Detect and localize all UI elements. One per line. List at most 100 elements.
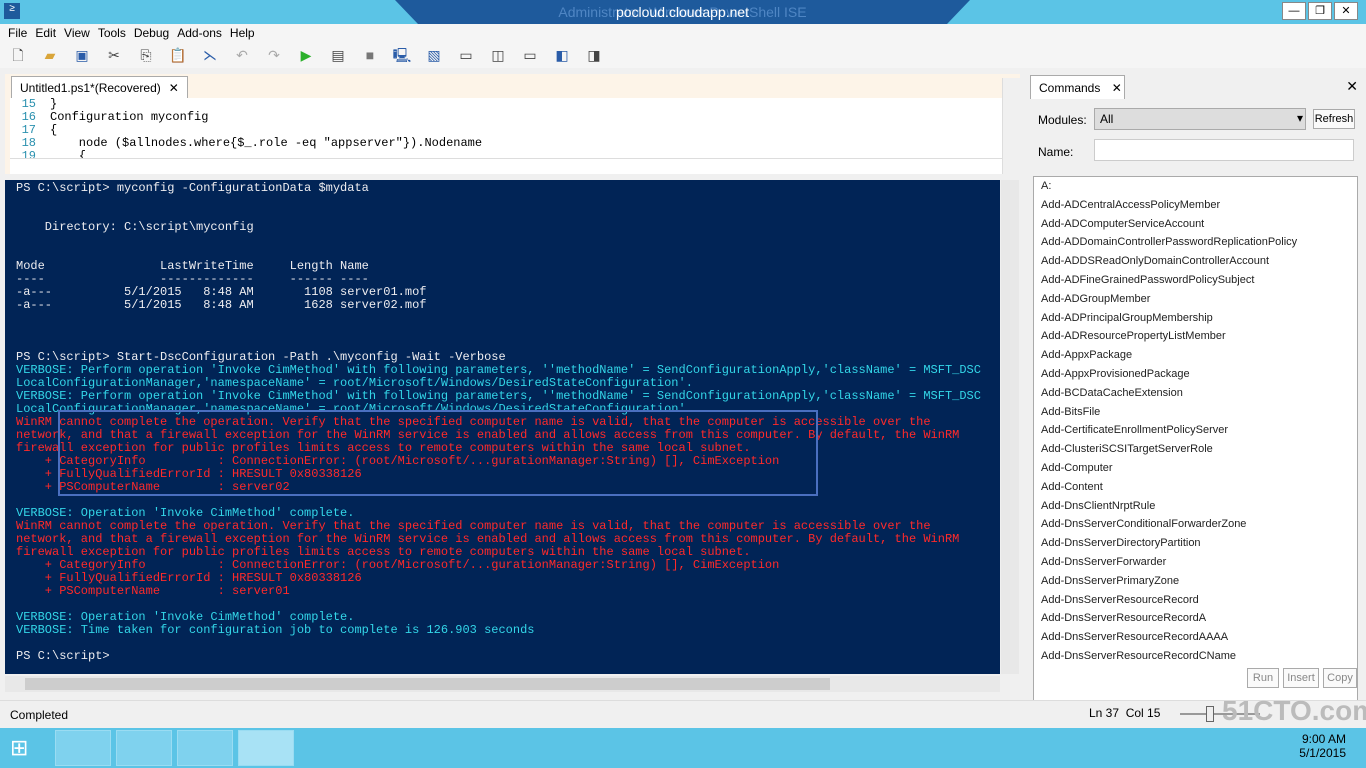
command-item[interactable]: Add-AppxPackage (1034, 346, 1357, 365)
taskbar-server-manager[interactable] (55, 730, 111, 766)
slider-thumb[interactable] (1206, 706, 1214, 722)
undo-icon[interactable]: ↶ (232, 45, 252, 65)
taskbar: ⊞ 9:00 AM 5/1/2015 (0, 728, 1366, 768)
code-text: { (50, 149, 87, 159)
command-item[interactable]: Add-DnsServerPrimaryZone (1034, 572, 1357, 591)
new-file-icon[interactable]: 🗋 (8, 45, 28, 65)
stop-icon[interactable]: ■ (360, 45, 380, 65)
close-button[interactable]: ✕ (1334, 2, 1358, 20)
menu-bar: File Edit View Tools Debug Add-ons Help (0, 24, 1366, 42)
start-powershell-icon[interactable]: ▧ (424, 45, 444, 65)
console-line: -a--- 5/1/2015 8:48 AM 1628 server02.mof (16, 298, 427, 312)
rdp-connection-bar[interactable]: Administrator: Windows PowerShell ISE po… (395, 0, 970, 24)
run-selection-icon[interactable]: ▤ (328, 45, 348, 65)
name-input[interactable] (1094, 139, 1354, 161)
command-item[interactable]: Add-DnsServerResourceRecordA (1034, 609, 1357, 628)
command-item[interactable]: Add-DnsServerResourceRecord (1034, 591, 1357, 610)
command-item[interactable]: Add-ADDomainControllerPasswordReplicatio… (1034, 233, 1357, 252)
chevron-down-icon: ▾ (1296, 111, 1303, 125)
show-script-right-icon[interactable]: ◫ (488, 45, 508, 65)
command-item[interactable]: Add-DnsServerResourceRecordAAAA (1034, 628, 1357, 647)
scrollbar-thumb[interactable] (25, 678, 830, 690)
editor-horizontal-scrollbar[interactable] (10, 158, 1002, 174)
code-editor[interactable]: 15} 16 Configuration myconfig 17{ 18 node… (10, 98, 1002, 158)
watermark-logo: 51CTO.com (1222, 695, 1366, 726)
command-item[interactable]: Add-BitsFile (1034, 403, 1357, 422)
insert-button[interactable]: Insert (1283, 668, 1319, 688)
menu-addons[interactable]: Add-ons (175, 24, 228, 42)
console-vertical-scrollbar[interactable] (1001, 180, 1019, 674)
show-script-pane-icon[interactable]: ◧ (552, 45, 572, 65)
command-item[interactable]: Add-ADPrincipalGroupMembership (1034, 309, 1357, 328)
show-commands-icon[interactable]: ◨ (584, 45, 604, 65)
editor-vertical-scrollbar[interactable] (1002, 78, 1020, 174)
close-pane-icon[interactable]: ✕ (1346, 78, 1358, 95)
close-tab-icon[interactable]: ✕ (169, 77, 179, 98)
taskbar-powershell-ise[interactable] (238, 730, 294, 766)
title-bar: ≥ Administrator: Windows PowerShell ISE … (0, 0, 1366, 24)
menu-file[interactable]: File (6, 24, 33, 42)
close-tab-icon[interactable]: ✕ (1112, 81, 1122, 95)
modules-label: Modules: (1038, 113, 1087, 127)
menu-debug[interactable]: Debug (132, 24, 175, 42)
clear-console-icon[interactable]: ⋋ (200, 45, 220, 65)
copy-button[interactable]: Copy (1323, 668, 1357, 688)
copy-icon[interactable]: ⎘ (136, 45, 156, 65)
modules-dropdown[interactable]: All ▾ (1094, 108, 1306, 130)
command-item[interactable]: Add-DnsServerConditionalForwarderZone (1034, 515, 1357, 534)
cursor-position: Ln 37 Col 15 (1089, 706, 1161, 720)
command-item[interactable]: Add-ADDSReadOnlyDomainControllerAccount (1034, 252, 1357, 271)
minimize-button[interactable]: — (1282, 2, 1306, 20)
taskbar-explorer[interactable] (177, 730, 233, 766)
start-button[interactable]: ⊞ (10, 736, 36, 760)
command-item[interactable]: Add-DnsServerResourceRecordCName (1034, 647, 1357, 666)
console-horizontal-scrollbar[interactable] (5, 676, 1000, 692)
taskbar-powershell[interactable] (116, 730, 172, 766)
console-line: PS C:\script> (16, 649, 110, 663)
menu-edit[interactable]: Edit (33, 24, 62, 42)
run-button[interactable]: Run (1247, 668, 1279, 688)
show-script-top-icon[interactable]: ▭ (456, 45, 476, 65)
cut-icon[interactable]: ✂ (104, 45, 124, 65)
code-text: { (50, 123, 58, 137)
menu-help[interactable]: Help (228, 24, 261, 42)
command-item[interactable]: Add-ADResourcePropertyListMember (1034, 327, 1357, 346)
command-item[interactable]: Add-Computer (1034, 459, 1357, 478)
command-item[interactable]: Add-CertificateEnrollmentPolicyServer (1034, 421, 1357, 440)
status-bar: Completed Ln 37 Col 15 51CTO.com (0, 695, 1366, 728)
command-item[interactable]: Add-ClusteriSCSITargetServerRole (1034, 440, 1357, 459)
command-item[interactable]: Add-DnsClientNrptRule (1034, 497, 1357, 516)
modules-value: All (1100, 112, 1114, 126)
clock[interactable]: 9:00 AM 5/1/2015 (1299, 732, 1346, 760)
powershell-icon: ≥ (4, 3, 20, 19)
command-item[interactable]: Add-ADFineGrainedPasswordPolicySubject (1034, 271, 1357, 290)
code-line: 16 Configuration myconfig (10, 111, 1002, 124)
command-item[interactable]: Add-Content (1034, 478, 1357, 497)
save-icon[interactable]: ▣ (72, 45, 92, 65)
paste-icon[interactable]: 📋 (168, 45, 188, 65)
redo-icon[interactable]: ↷ (264, 45, 284, 65)
run-script-icon[interactable]: ▶ (296, 45, 316, 65)
command-item[interactable]: Add-ADGroupMember (1034, 290, 1357, 309)
maximize-button[interactable]: ❐ (1308, 2, 1332, 20)
menu-tools[interactable]: Tools (96, 24, 132, 42)
menu-view[interactable]: View (62, 24, 96, 42)
command-item[interactable]: A: (1034, 177, 1357, 196)
remote-powershell-icon[interactable]: 🖳 (392, 45, 412, 65)
show-script-max-icon[interactable]: ▭ (520, 45, 540, 65)
command-item[interactable]: Add-ADComputerServiceAccount (1034, 215, 1357, 234)
tab-commands[interactable]: Commands ✕ (1030, 75, 1125, 99)
refresh-button[interactable]: Refresh (1313, 109, 1355, 129)
command-item[interactable]: Add-DnsServerForwarder (1034, 553, 1357, 572)
command-item[interactable]: Add-AppxProvisionedPackage (1034, 365, 1357, 384)
script-pane: Untitled1.ps1*(Recovered) ✕ 15} 16 Configu… (5, 74, 1020, 174)
command-item[interactable]: Add-BCDataCacheExtension (1034, 384, 1357, 403)
open-folder-icon[interactable]: ▰ (40, 45, 60, 65)
command-item[interactable]: Add-DnsServerDirectoryPartition (1034, 534, 1357, 553)
command-item[interactable]: Add-ADCentralAccessPolicyMember (1034, 196, 1357, 215)
tab-label: Untitled1.ps1*(Recovered) (20, 81, 161, 95)
commands-list[interactable]: A: Add-ADCentralAccessPolicyMember Add-ADC… (1033, 176, 1358, 731)
tab-untitled1[interactable]: Untitled1.ps1*(Recovered) ✕ (11, 76, 188, 98)
